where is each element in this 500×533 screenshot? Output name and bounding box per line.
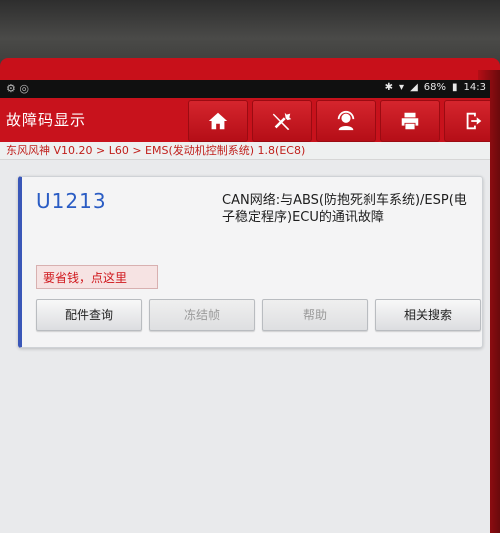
save-money-link[interactable]: 要省钱，点这里	[36, 265, 158, 289]
breadcrumb: 东风风神 V10.20 > L60 > EMS(发动机控制系统) 1.8(EC8…	[0, 142, 490, 160]
exit-icon	[466, 112, 482, 130]
fault-code-card: U1213 CAN网络:与ABS(防抱死刹车系统)/ESP(电子稳定程序)ECU…	[18, 176, 483, 348]
status-indicators: ✱ ▾ ◢ 68% ▮ 14:3	[385, 82, 486, 93]
parts-lookup-button[interactable]: 配件查询	[36, 299, 142, 331]
support-agent-icon	[337, 110, 355, 131]
printer-icon	[401, 112, 419, 130]
help-button[interactable]: 帮助	[262, 299, 368, 331]
android-notification-icon: ⚙ ◎	[6, 82, 29, 95]
freeze-frame-button[interactable]: 冻结帧	[149, 299, 255, 331]
clear-diagnostics-icon	[272, 112, 292, 131]
title-bar: 故障码显示	[0, 98, 490, 142]
battery-icon: ▮	[452, 82, 458, 93]
exit-button[interactable]	[444, 100, 490, 142]
page-title: 故障码显示	[6, 111, 87, 129]
wifi-icon: ▾	[399, 82, 405, 93]
status-bar: ⚙ ◎ ✱ ▾ ◢ 68% ▮ 14:3	[0, 80, 490, 98]
screen: ⚙ ◎ ✱ ▾ ◢ 68% ▮ 14:3 故障码显示 东风风神 V10.20 >…	[0, 80, 490, 533]
support-button[interactable]	[316, 100, 376, 142]
home-icon	[208, 112, 228, 130]
battery-level: 68%	[423, 82, 447, 93]
clock: 14:3	[463, 82, 486, 93]
action-bar: 配件查询 冻结帧 帮助 相关搜索	[36, 299, 481, 331]
toolbar	[188, 100, 490, 142]
home-button[interactable]	[188, 100, 248, 142]
fault-description: CAN网络:与ABS(防抱死刹车系统)/ESP(电子稳定程序)ECU的通讯故障	[222, 193, 467, 225]
related-search-button[interactable]: 相关搜索	[375, 299, 481, 331]
signal-icon: ◢	[410, 82, 418, 93]
print-button[interactable]	[380, 100, 440, 142]
fault-code: U1213	[36, 189, 107, 213]
bluetooth-icon: ✱	[384, 82, 394, 93]
clear-diagnostics-button[interactable]	[252, 100, 312, 142]
